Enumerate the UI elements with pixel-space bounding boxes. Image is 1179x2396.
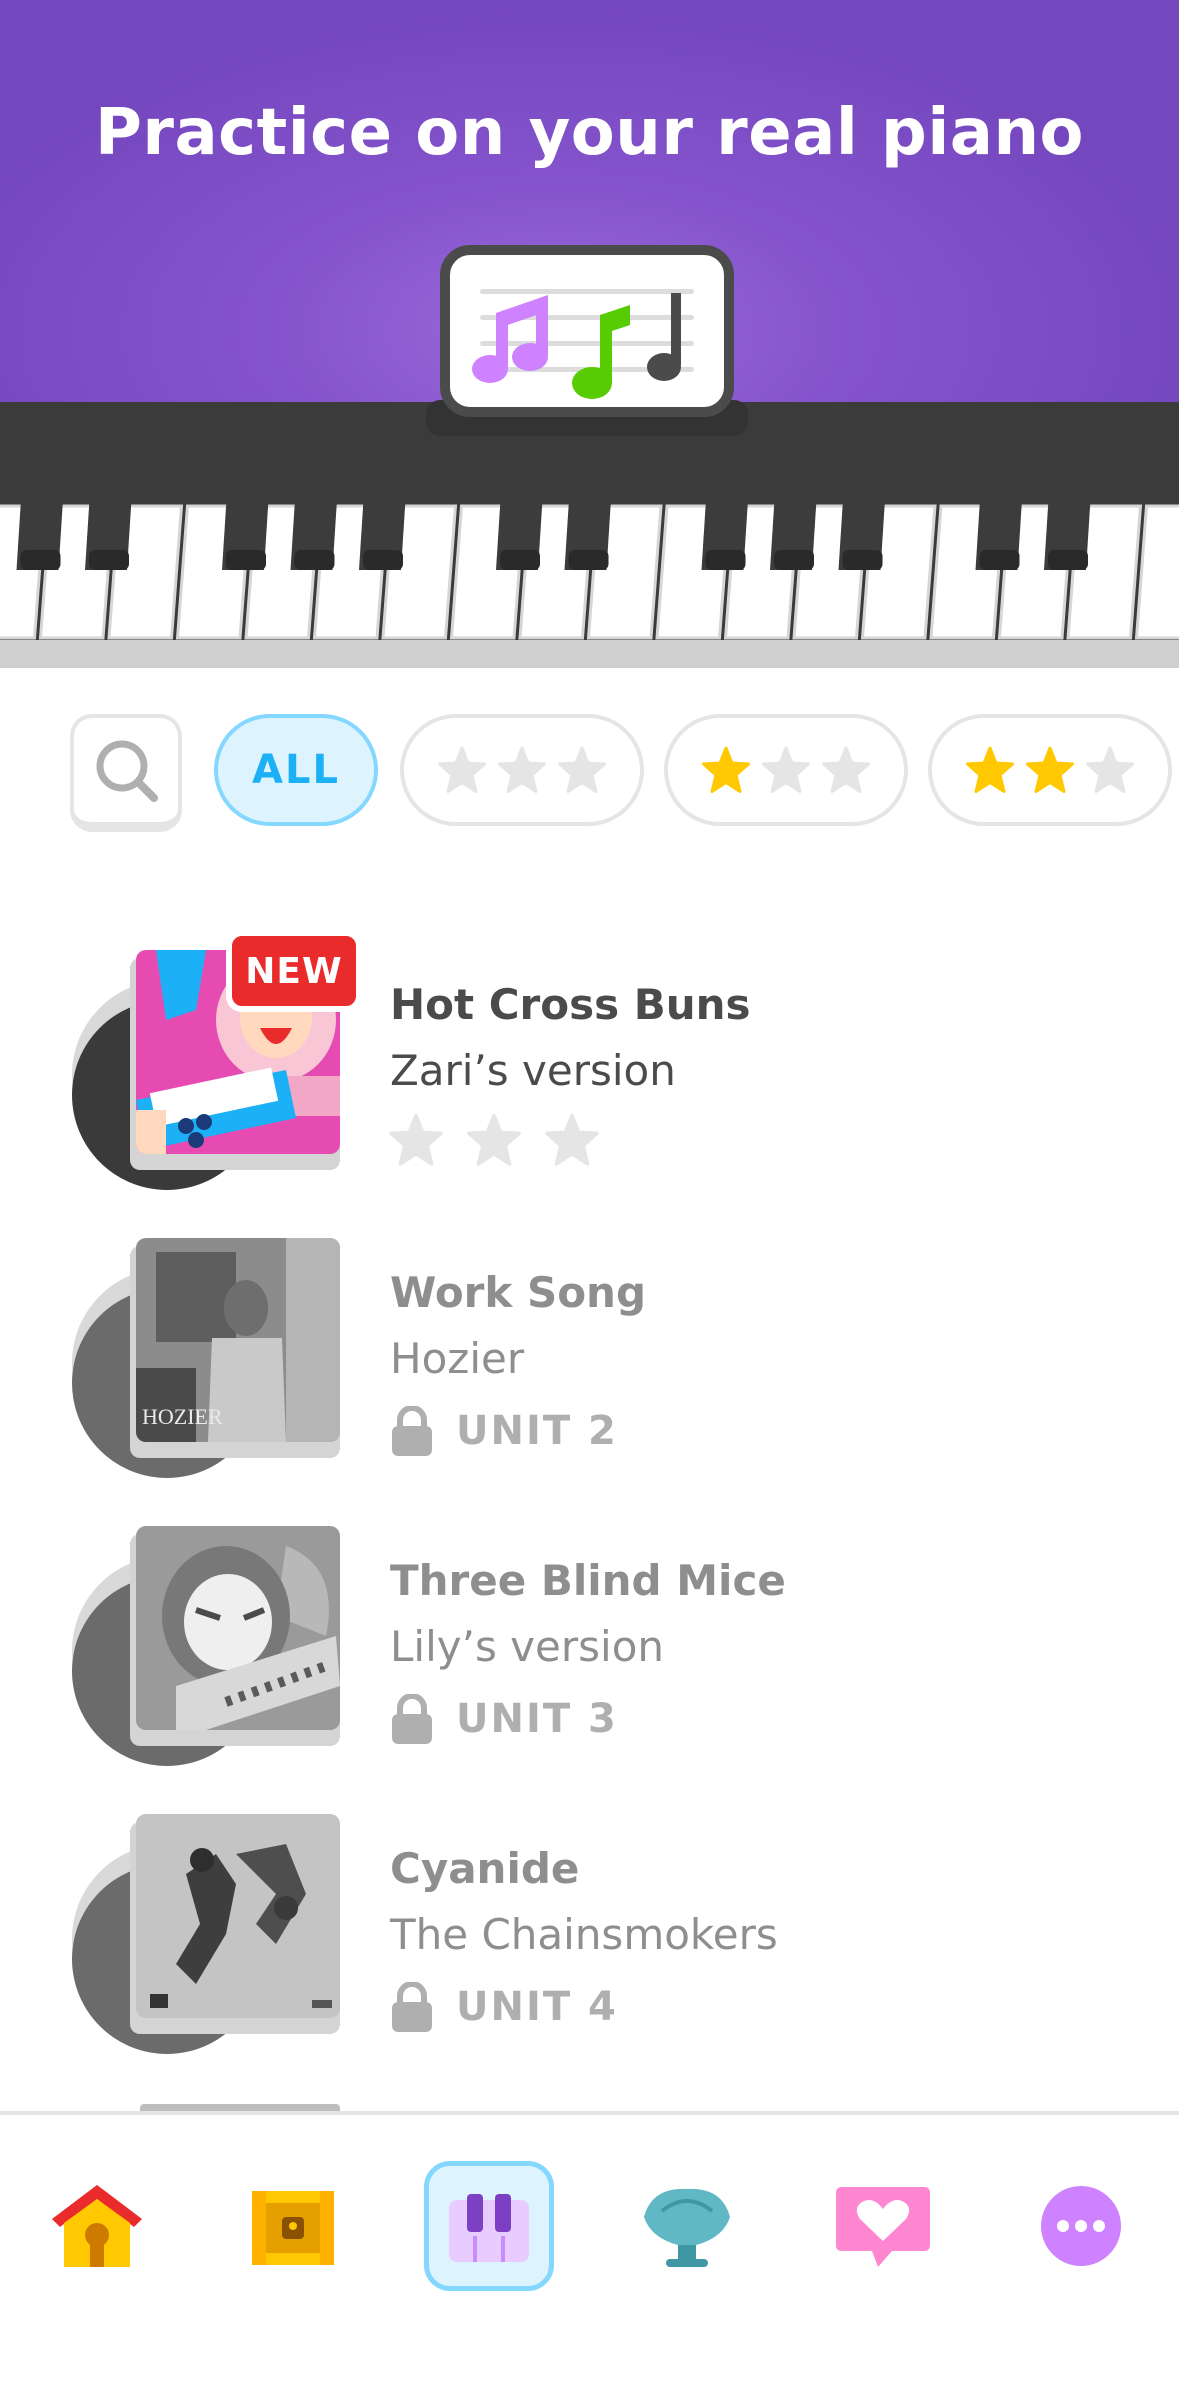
- home-icon: [52, 2185, 142, 2267]
- star-filled-icon: [702, 746, 750, 793]
- black-key-tip: [774, 550, 814, 570]
- black-key-tip: [1048, 550, 1088, 570]
- star-empty-icon: [762, 746, 810, 793]
- lock-requirement: UNIT 2: [390, 1406, 618, 1456]
- star-filled-icon: [1026, 746, 1074, 793]
- lock-icon: [392, 1406, 432, 1456]
- treasure-icon: [252, 2191, 334, 2265]
- nav-heart-chat[interactable]: [818, 2161, 948, 2291]
- black-key-tip: [979, 550, 1020, 570]
- piano-icon: [449, 2194, 529, 2262]
- song-title: Three Blind Mice: [390, 1556, 786, 1605]
- black-key-tip: [89, 550, 129, 570]
- song-subtitle: Zari’s version: [390, 1046, 676, 1095]
- song-artwork: [68, 1814, 348, 2054]
- song-subtitle: Hozier: [390, 1334, 525, 1383]
- star-empty-icon: [558, 746, 606, 793]
- page-title: Practice on your real piano: [95, 96, 1084, 170]
- album-cover: [136, 1526, 340, 1730]
- song-title: Work Song: [390, 1268, 647, 1317]
- hero-banner: Practice on your real piano: [0, 0, 1179, 668]
- song-stars: [388, 1112, 600, 1168]
- lock-icon: [392, 1694, 432, 1744]
- song-title: Hot Cross Buns: [390, 980, 751, 1029]
- song-artwork: [68, 1526, 348, 1766]
- filter-bar: ALL: [0, 712, 1179, 836]
- star-empty-icon: [389, 1113, 443, 1166]
- filter-two-stars[interactable]: [928, 714, 1172, 826]
- lock-label: UNIT 4: [456, 1984, 618, 2030]
- lock-label: UNIT 3: [456, 1696, 618, 1742]
- star-filled-icon: [966, 746, 1014, 793]
- black-key-tip: [500, 550, 540, 570]
- nav-more[interactable]: [1016, 2161, 1146, 2291]
- filter-all-label: ALL: [252, 747, 340, 793]
- black-key-tip: [226, 550, 266, 570]
- star-empty-icon: [545, 1113, 599, 1166]
- star-empty-icon: [498, 746, 546, 793]
- filter-zero-stars[interactable]: [400, 714, 644, 826]
- nav-shell[interactable]: [622, 2161, 752, 2291]
- star-empty-icon: [467, 1113, 521, 1166]
- lock-requirement: UNIT 4: [390, 1982, 618, 2032]
- song-artwork: HOZIER: [68, 1238, 348, 1478]
- song-item-hot-cross-buns[interactable]: NEW Hot Cross Buns Zari’s version: [0, 930, 1179, 1190]
- black-key-tip: [20, 550, 61, 570]
- hero-divider: [0, 640, 1179, 668]
- filter-one-star[interactable]: [664, 714, 908, 826]
- cover-text: HOZIER: [142, 1404, 223, 1429]
- filter-all[interactable]: ALL: [214, 714, 378, 826]
- star-empty-icon: [822, 746, 870, 793]
- star-empty-icon: [438, 746, 486, 793]
- piano-keyboard: [0, 470, 1179, 668]
- song-item-three-blind-mice[interactable]: Three Blind Mice Lily’s version UNIT 3: [0, 1526, 1179, 1766]
- black-key-tip: [842, 550, 883, 570]
- lock-label: UNIT 2: [456, 1408, 618, 1454]
- song-subtitle: The Chainsmokers: [390, 1910, 778, 1959]
- shell-icon: [644, 2188, 730, 2267]
- sheet-music-icon: [440, 245, 734, 417]
- new-badge: NEW: [226, 930, 362, 1012]
- album-cover: HOZIER: [136, 1238, 340, 1442]
- black-key-tip: [363, 550, 403, 570]
- song-item-cyanide[interactable]: Cyanide The Chainsmokers UNIT 4: [0, 1814, 1179, 2054]
- nav-piano[interactable]: [424, 2161, 554, 2291]
- bottom-nav: [0, 2111, 1179, 2396]
- song-title: Cyanide: [390, 1844, 580, 1893]
- lock-icon: [392, 1982, 432, 2032]
- song-item-work-song[interactable]: HOZIER Work Song Hozier UNIT 2: [0, 1238, 1179, 1478]
- search-icon: [96, 740, 158, 802]
- black-key-tip: [568, 550, 609, 570]
- song-artwork: NEW: [68, 930, 362, 1190]
- nav-treasure[interactable]: [228, 2161, 358, 2291]
- nav-home[interactable]: [32, 2161, 162, 2291]
- more-icon: [1041, 2186, 1121, 2266]
- music-notes-icon: [472, 293, 681, 399]
- black-key-tip: [705, 550, 746, 570]
- album-cover: [136, 1814, 340, 2018]
- heart-chat-icon: [836, 2187, 930, 2267]
- song-subtitle: Lily’s version: [390, 1622, 665, 1671]
- search-button[interactable]: [70, 714, 182, 832]
- star-empty-icon: [1086, 746, 1134, 793]
- lock-requirement: UNIT 3: [390, 1694, 618, 1744]
- black-key-tip: [294, 550, 335, 570]
